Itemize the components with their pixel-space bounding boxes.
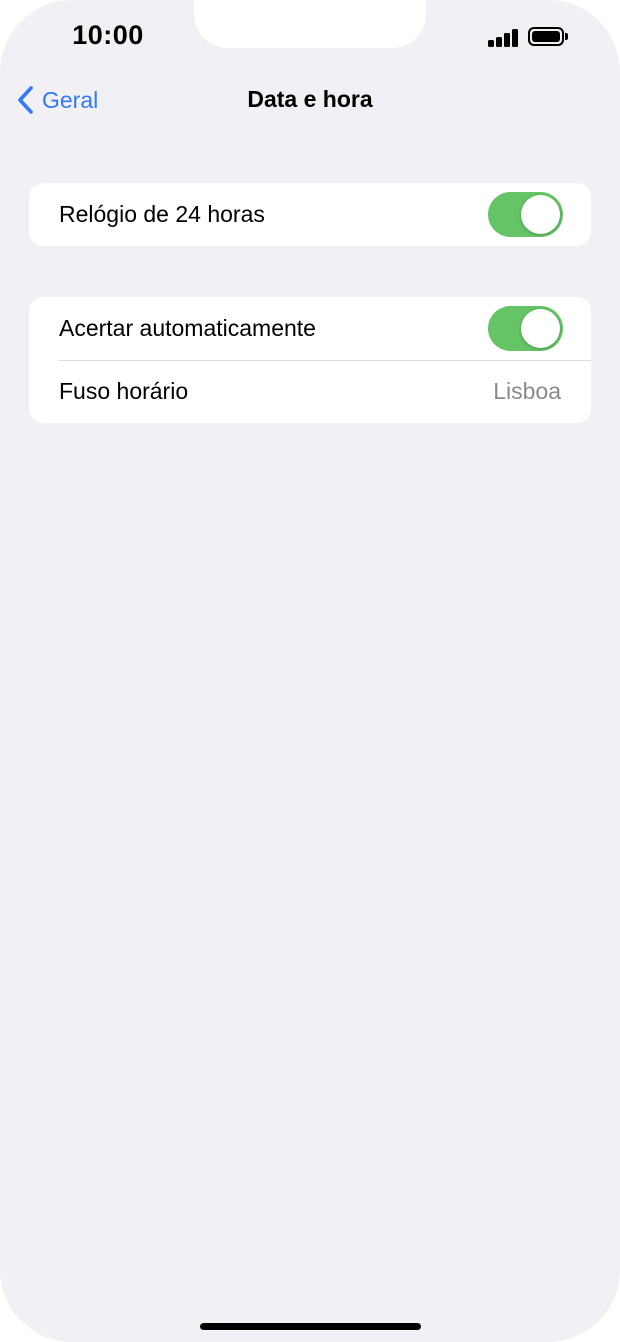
- battery-icon: [528, 27, 568, 46]
- home-indicator[interactable]: [200, 1323, 421, 1330]
- settings-group-time: Acertar automaticamente Fuso horário Lis…: [29, 297, 591, 423]
- row-label: Acertar automaticamente: [59, 315, 316, 341]
- toggle-24-hour-clock[interactable]: [488, 192, 563, 237]
- settings-group-clock: Relógio de 24 horas: [29, 183, 591, 246]
- phone-screen: 10:00 Geral Data e hora Relógio de 24 ho…: [0, 0, 620, 1342]
- page-title: Data e hora: [247, 86, 373, 112]
- status-time: 10:00: [72, 20, 144, 50]
- back-button[interactable]: Geral: [16, 80, 98, 120]
- row-set-automatically: Acertar automaticamente: [29, 297, 591, 360]
- time-zone-value: Lisboa: [493, 378, 561, 404]
- row-label: Fuso horário: [59, 378, 189, 404]
- toggle-knob: [521, 195, 560, 234]
- row-label: Relógio de 24 horas: [59, 201, 265, 227]
- back-button-label: Geral: [42, 86, 99, 113]
- row-time-zone[interactable]: Fuso horário Lisboa: [29, 360, 591, 423]
- row-24-hour-clock: Relógio de 24 horas: [29, 183, 591, 246]
- notch: [194, 0, 426, 48]
- cellular-signal-icon: [488, 29, 520, 47]
- toggle-set-automatically[interactable]: [488, 306, 563, 351]
- chevron-left-icon: [18, 86, 33, 114]
- toggle-knob: [521, 309, 560, 348]
